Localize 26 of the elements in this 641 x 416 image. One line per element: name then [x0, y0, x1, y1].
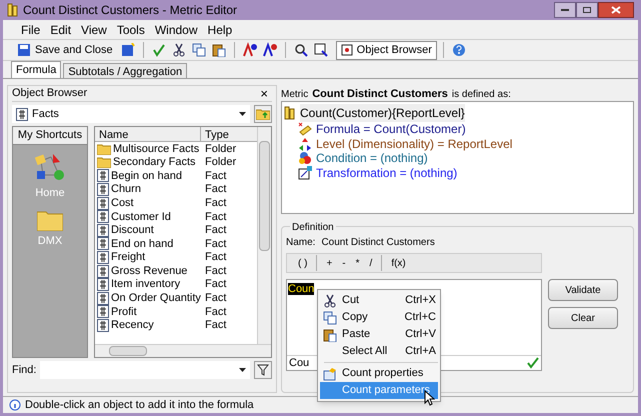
window-title: Count Distinct Customers - Metric Editor [23, 2, 238, 19]
find-label: Find: [12, 362, 36, 378]
metric-name: Count Distinct Customers [321, 236, 435, 250]
object-type: Fact [204, 264, 226, 279]
selected-text: Coun [288, 283, 314, 295]
object-type: Fact [204, 168, 226, 184]
object-type: Fact [204, 291, 226, 306]
object-type: Folder [204, 142, 236, 157]
shortcuts-header: My Shortcuts [13, 127, 87, 144]
formula-status: Cou [289, 356, 310, 371]
panel-title: Object Browser [12, 86, 88, 102]
object-type: Fact [204, 277, 226, 292]
metric-name: Count Distinct Customers [312, 86, 448, 102]
object-type: Fact [204, 318, 226, 334]
object-type: Fact [204, 250, 226, 266]
object-type: Fact [204, 182, 226, 198]
object-type: Fact [204, 210, 226, 225]
object-type: Fact [204, 223, 226, 238]
metric-label: Metric [281, 88, 308, 102]
object-type: Fact [204, 236, 226, 252]
object-type: Folder [204, 155, 236, 170]
metric-defined-label: is defined as: [452, 88, 511, 102]
object-type: Fact [204, 304, 226, 320]
object-type: Fact [204, 196, 226, 211]
status-text: Double-click an object to add it into the formula [25, 398, 254, 413]
name-label: Name: [286, 236, 316, 250]
